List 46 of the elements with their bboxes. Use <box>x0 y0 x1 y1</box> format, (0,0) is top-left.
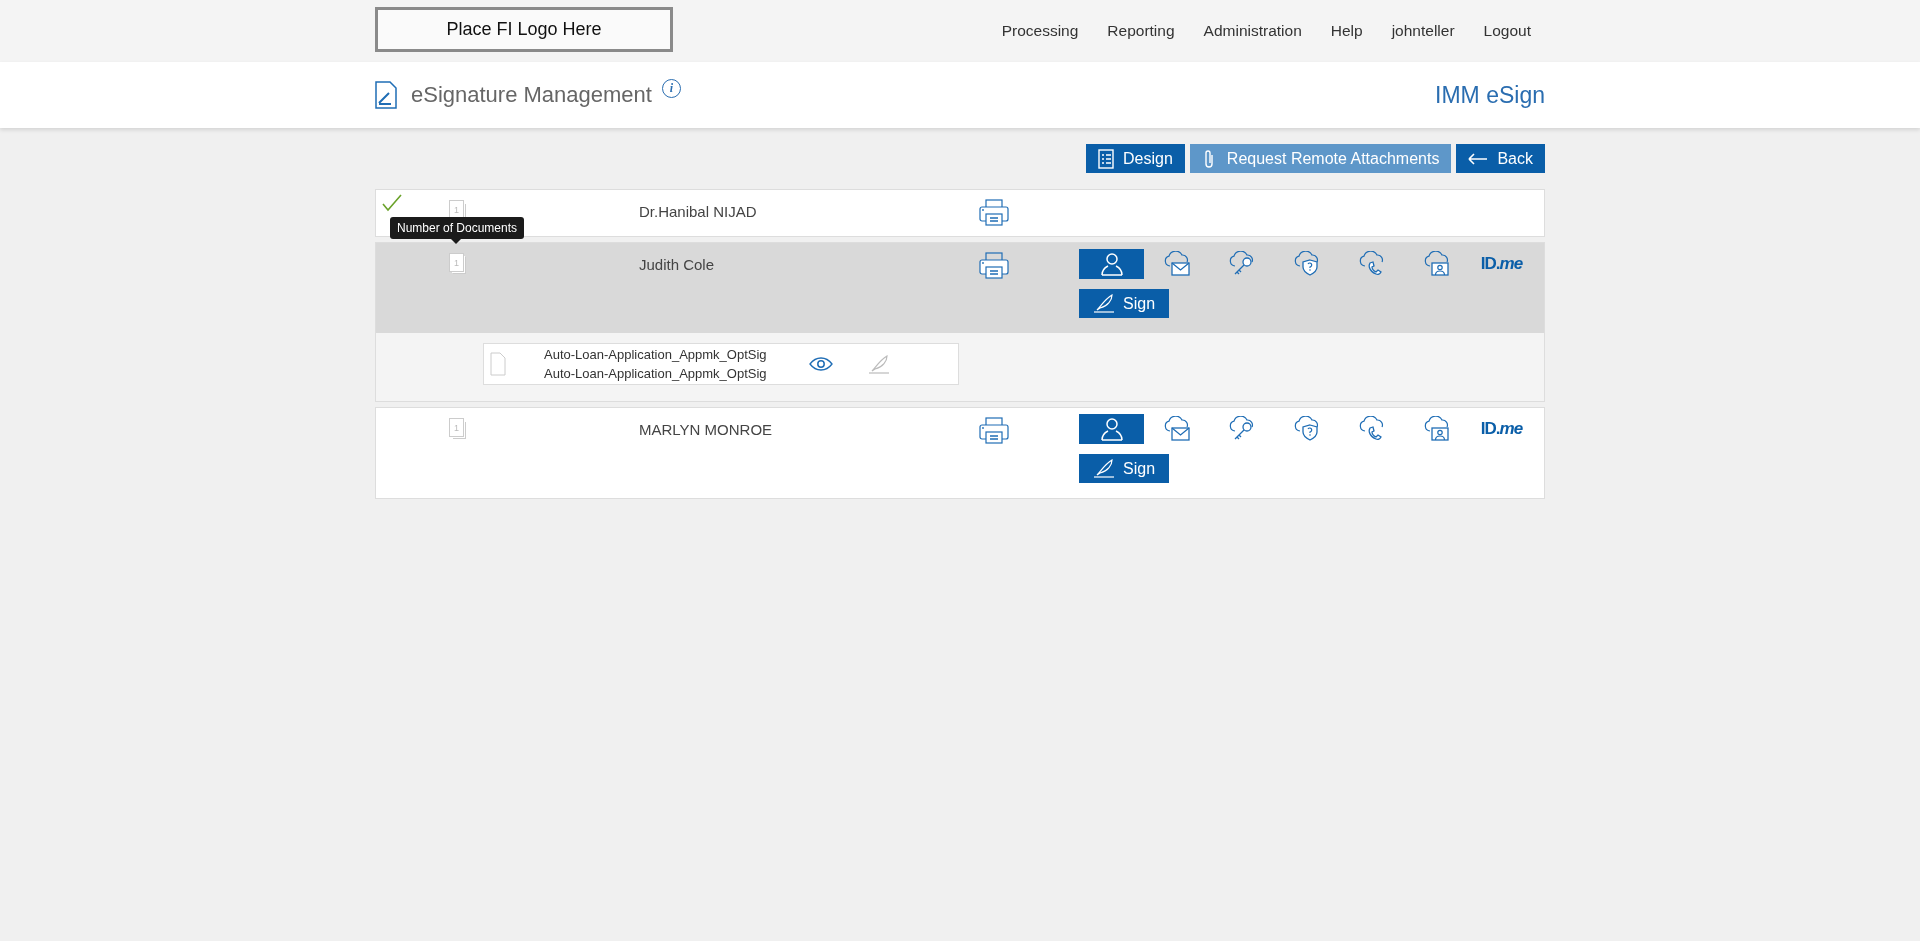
list-icon <box>1098 148 1115 169</box>
cloud-key-icon <box>1227 416 1256 442</box>
identity-logo[interactable]: ID.me <box>1469 414 1534 444</box>
product-name: IMM eSign <box>1435 81 1545 109</box>
auth-method-button[interactable] <box>1079 249 1144 279</box>
cloud-video-icon <box>1422 251 1451 277</box>
quill-icon <box>1093 294 1115 313</box>
cloud-shield-icon <box>1292 251 1321 277</box>
auth-method-button[interactable] <box>1079 414 1144 444</box>
cloud-video-icon <box>1422 416 1451 442</box>
nav-link[interactable]: Logout <box>1483 22 1531 40</box>
document-signature-icon <box>375 81 397 109</box>
cloud-envelope-icon <box>1162 416 1191 442</box>
design-button[interactable]: Design <box>1086 144 1185 173</box>
signer-name: Dr.Hanibal NIJAD <box>639 203 757 220</box>
page-title: eSignature Management <box>411 82 652 108</box>
logo-placeholder-text: Place FI Logo Here <box>446 18 602 40</box>
document-description: Auto-Loan-Application_Appmk_OptSig <box>544 365 768 383</box>
document-count: 1 <box>449 253 464 272</box>
nav-link[interactable]: Reporting <box>1107 22 1175 40</box>
cloud-shield-icon <box>1292 416 1321 442</box>
cloud-phone-icon <box>1357 251 1386 277</box>
signer-card[interactable]: 1 MARLYN MONROE ID.me Sign <box>375 407 1545 499</box>
signer-name: MARLYN MONROE <box>639 421 773 438</box>
back-button[interactable]: Back <box>1456 144 1545 173</box>
nav-link[interactable]: Help <box>1330 22 1363 40</box>
file-icon <box>490 352 506 376</box>
quill-icon <box>1093 459 1115 478</box>
document-count: 1 <box>449 418 464 437</box>
cloud-key-icon <box>1227 251 1256 277</box>
sign-button[interactable]: Sign <box>1079 454 1170 483</box>
cloud-phone-icon <box>1357 416 1386 442</box>
cloud-envelope-icon <box>1162 251 1191 277</box>
nav-link[interactable]: johnteller <box>1391 22 1455 40</box>
tooltip: Number of Documents <box>390 217 525 239</box>
nav-link[interactable]: Processing <box>1001 22 1079 40</box>
tooltip-pointer <box>451 239 461 244</box>
nav-link[interactable]: Administration <box>1203 22 1302 40</box>
sign-button[interactable]: Sign <box>1079 289 1170 318</box>
printer-icon <box>979 252 1009 279</box>
signer-name: Judith Cole <box>639 256 715 273</box>
eye-icon[interactable] <box>809 357 833 371</box>
printer-icon <box>979 199 1009 226</box>
printer-icon <box>979 417 1009 444</box>
document-name: Auto-Loan-Application_Appmk_OptSig <box>544 346 768 364</box>
identity-logo[interactable]: ID.me <box>1469 249 1534 279</box>
